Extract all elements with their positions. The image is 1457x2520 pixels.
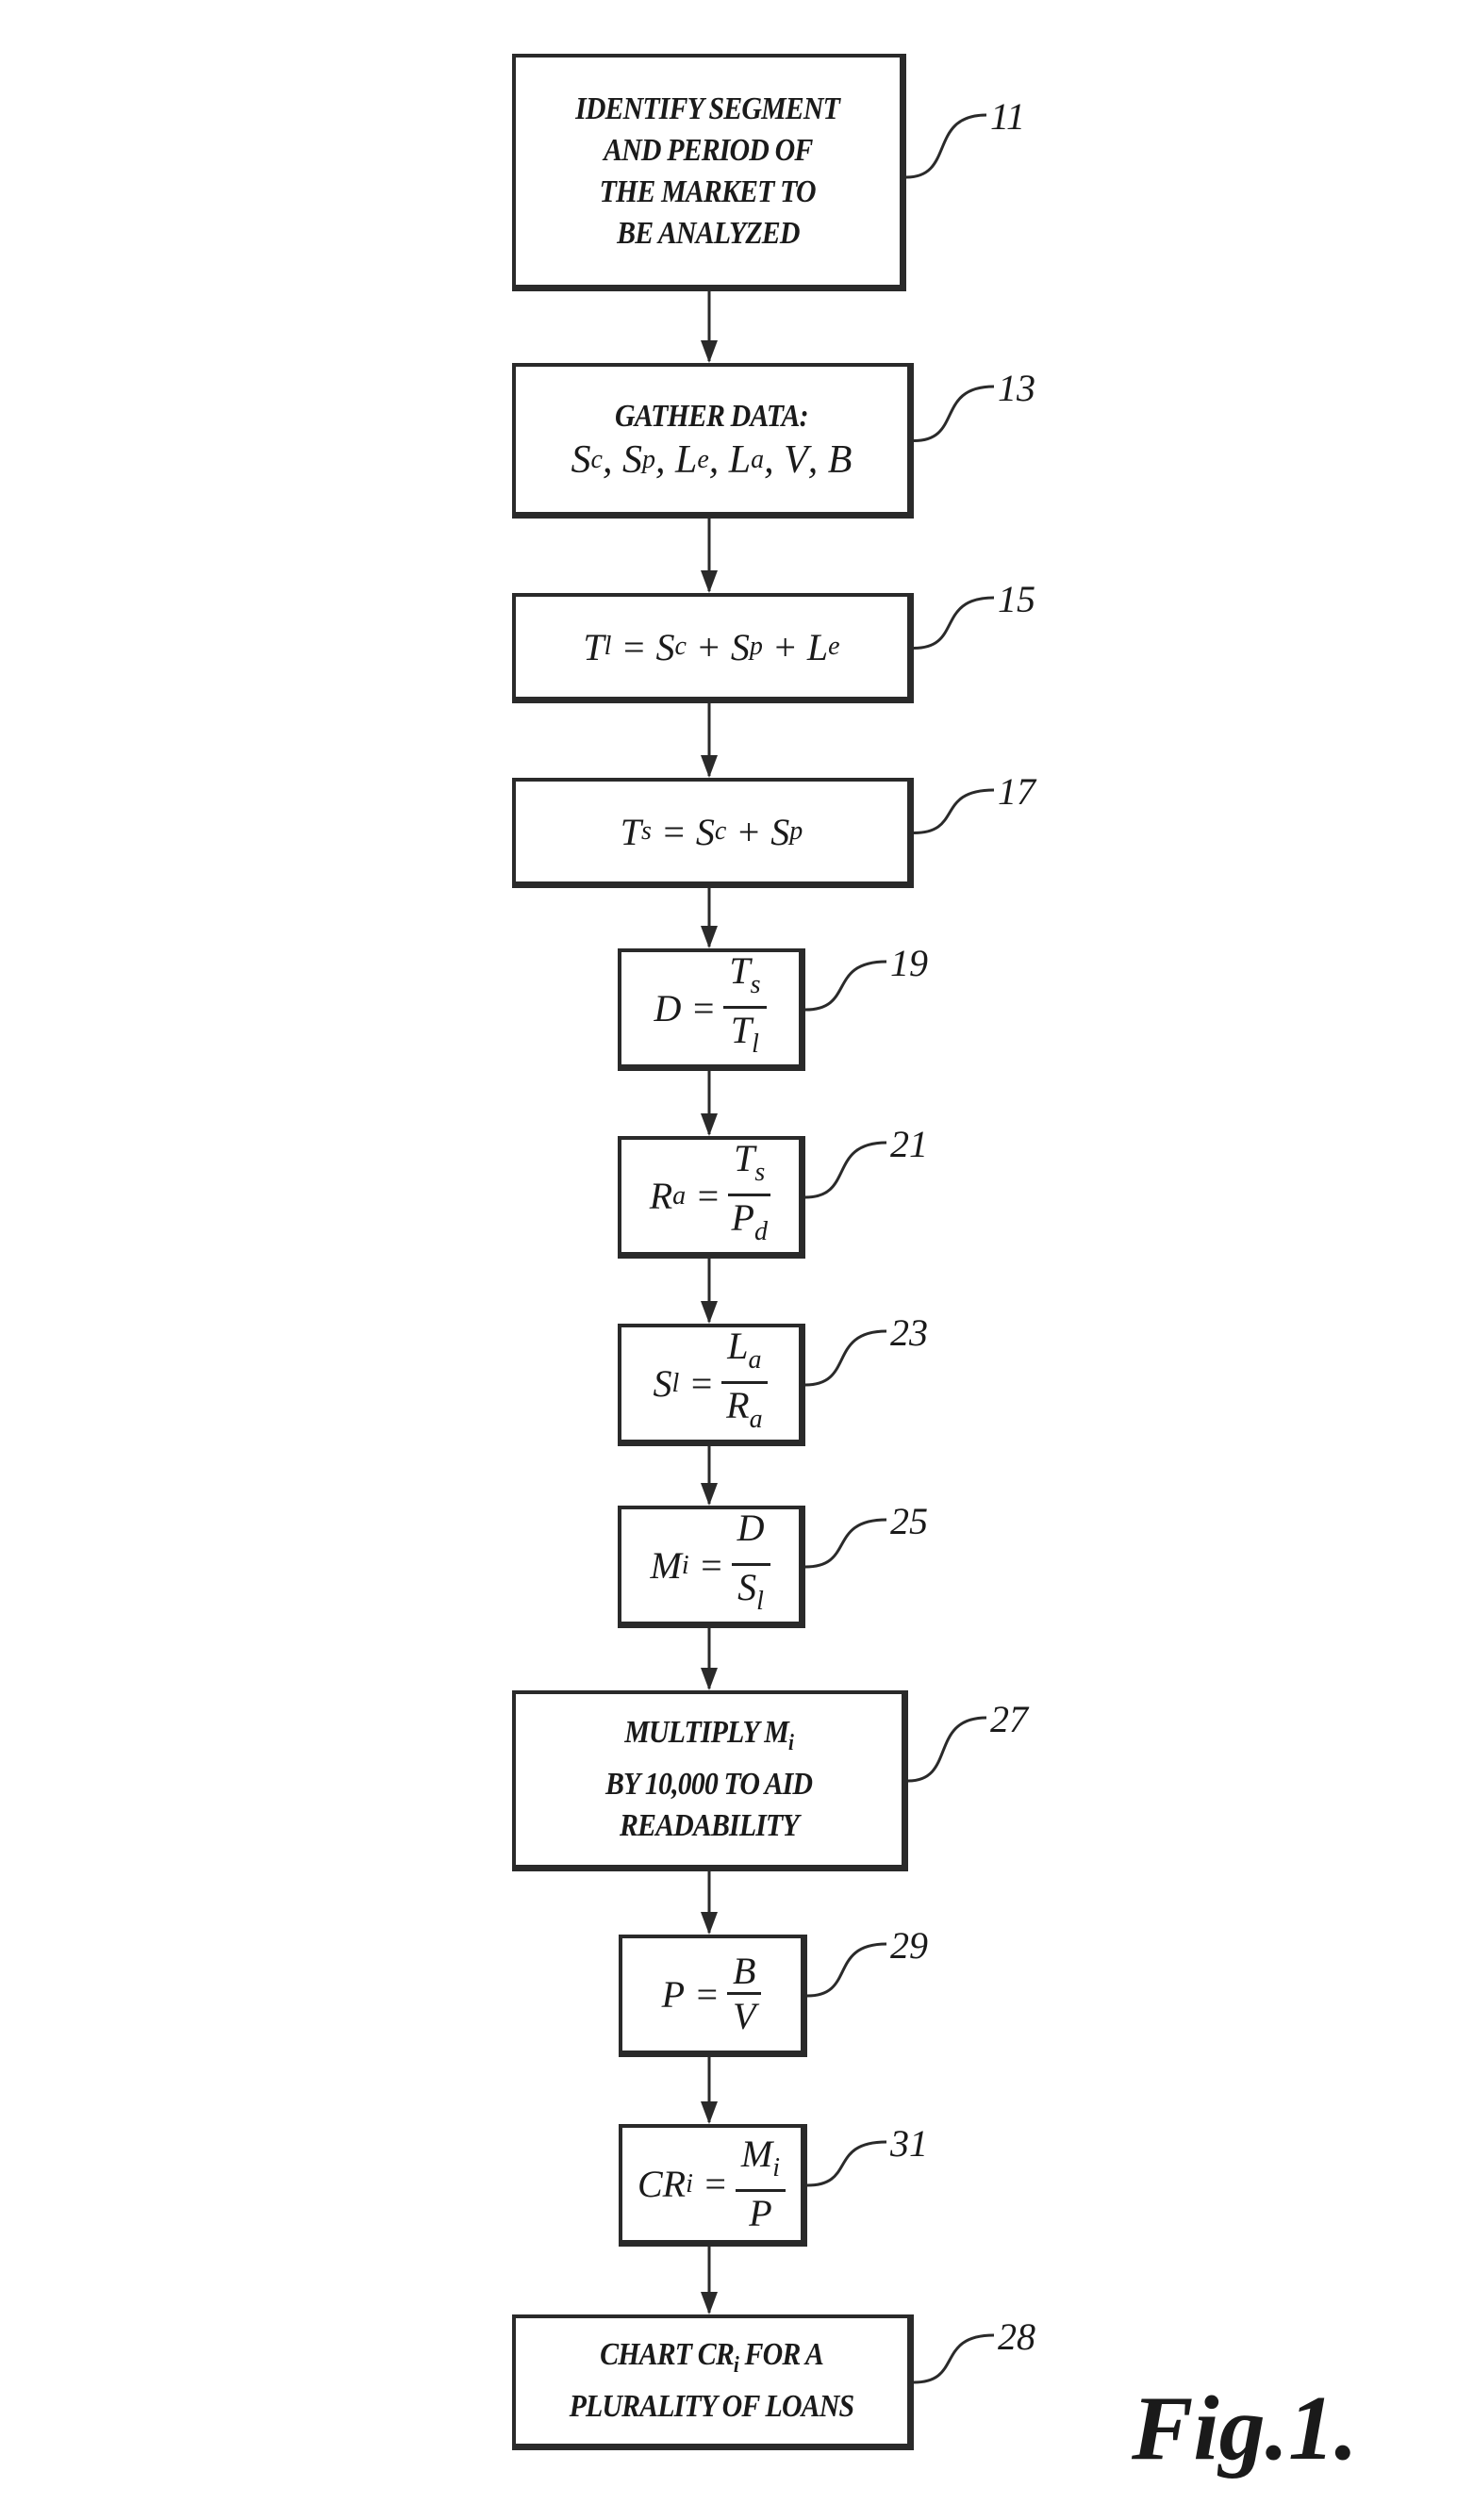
ref-label-25: 25 xyxy=(890,1500,928,1542)
step-28-line: CHART CRi FOR A xyxy=(600,2337,824,2378)
arrowhead-icon xyxy=(701,1668,718,1690)
leader-line xyxy=(804,960,887,1012)
leader-line xyxy=(804,1141,887,1199)
ref-label-28: 28 xyxy=(998,2315,1035,2358)
step-17-total-sales: Ts = Sc + Sp xyxy=(512,778,914,888)
step-25-formula: Mi = D Sl xyxy=(651,1507,770,1623)
step-11-line: THE MARKET TO xyxy=(599,173,817,209)
step-13-variables: Sc, Sp, Le, La, V, B xyxy=(571,438,853,482)
step-31-formula: CR i = Mi P xyxy=(637,2133,786,2235)
step-21-formula: Ra = Ts Pd xyxy=(650,1138,771,1254)
leader-line xyxy=(804,1329,887,1387)
leader-line xyxy=(806,1942,887,1998)
arrowhead-icon xyxy=(701,1301,718,1324)
leader-line xyxy=(907,1716,987,1783)
step-28-chart: CHART CRi FOR A PLURALITY OF LOANS xyxy=(512,2314,914,2450)
leader-line xyxy=(806,2140,887,2187)
step-11-line: IDENTIFY SEGMENT xyxy=(575,91,841,126)
ref-label-13: 13 xyxy=(998,367,1035,409)
step-23-supply: Sl = La Ra xyxy=(618,1324,805,1446)
step-19-formula: D = Ts Tl xyxy=(654,950,767,1066)
step-21-absorption-rate: Ra = Ts Pd xyxy=(618,1136,805,1259)
ref-label-27: 27 xyxy=(990,1698,1028,1740)
step-27-line: MULTIPLY Mi xyxy=(624,1715,794,1755)
arrowhead-icon xyxy=(701,1483,718,1506)
step-27-line: READABILITY xyxy=(619,1807,800,1843)
leader-line xyxy=(804,1518,887,1569)
ref-label-11: 11 xyxy=(990,95,1026,138)
arrowhead-icon xyxy=(701,570,718,593)
ref-label-19: 19 xyxy=(890,942,928,984)
step-29-formula: P = BV xyxy=(662,1951,762,2038)
leader-line xyxy=(905,113,987,179)
step-13-title: GATHER DATA: xyxy=(615,399,809,434)
arrowhead-icon xyxy=(701,926,718,948)
step-25-market-index: Mi = D Sl xyxy=(618,1506,805,1628)
arrowhead-icon xyxy=(701,340,718,363)
step-27-multiply: MULTIPLY Mi BY 10,000 TO AID READABILITY xyxy=(512,1690,908,1871)
step-11-line: AND PERIOD OF xyxy=(603,132,813,168)
step-13-gather-data: GATHER DATA: Sc, Sp, Le, La, V, B xyxy=(512,363,914,519)
step-11-line: BE ANALYZED xyxy=(616,215,800,251)
step-31-credit-ratio: CR i = Mi P xyxy=(619,2124,807,2247)
step-29-price-ratio: P = BV xyxy=(619,1935,807,2057)
step-15-total-listings: Tl = Sc + Sp + Le xyxy=(512,593,914,703)
ref-label-17: 17 xyxy=(998,770,1035,813)
ref-label-21: 21 xyxy=(890,1123,928,1165)
arrowhead-icon xyxy=(701,1912,718,1935)
step-15-formula: Tl = Sc + Sp + Le xyxy=(583,625,840,668)
step-28-line: PLURALITY OF LOANS xyxy=(569,2388,855,2424)
leader-line xyxy=(913,385,995,442)
step-11-identify-segment: IDENTIFY SEGMENT AND PERIOD OF THE MARKE… xyxy=(512,54,906,291)
leader-line xyxy=(913,596,995,650)
arrowhead-icon xyxy=(701,2101,718,2124)
leader-line xyxy=(913,2333,995,2384)
ref-label-15: 15 xyxy=(998,578,1035,620)
arrowhead-icon xyxy=(701,2292,718,2314)
arrowhead-icon xyxy=(701,755,718,778)
ref-label-23: 23 xyxy=(890,1311,928,1354)
step-23-formula: Sl = La Ra xyxy=(653,1326,768,1441)
ref-label-29: 29 xyxy=(890,1924,928,1967)
leader-line xyxy=(913,788,995,834)
step-27-line: BY 10,000 TO AID xyxy=(604,1766,813,1802)
step-17-formula: Ts = Sc + Sp xyxy=(620,810,803,853)
arrowhead-icon xyxy=(701,1113,718,1136)
figure-label: Fig.1. xyxy=(1132,2378,1358,2479)
ref-label-31: 31 xyxy=(890,2122,928,2165)
step-19-demand-ratio: D = Ts Tl xyxy=(618,948,805,1071)
